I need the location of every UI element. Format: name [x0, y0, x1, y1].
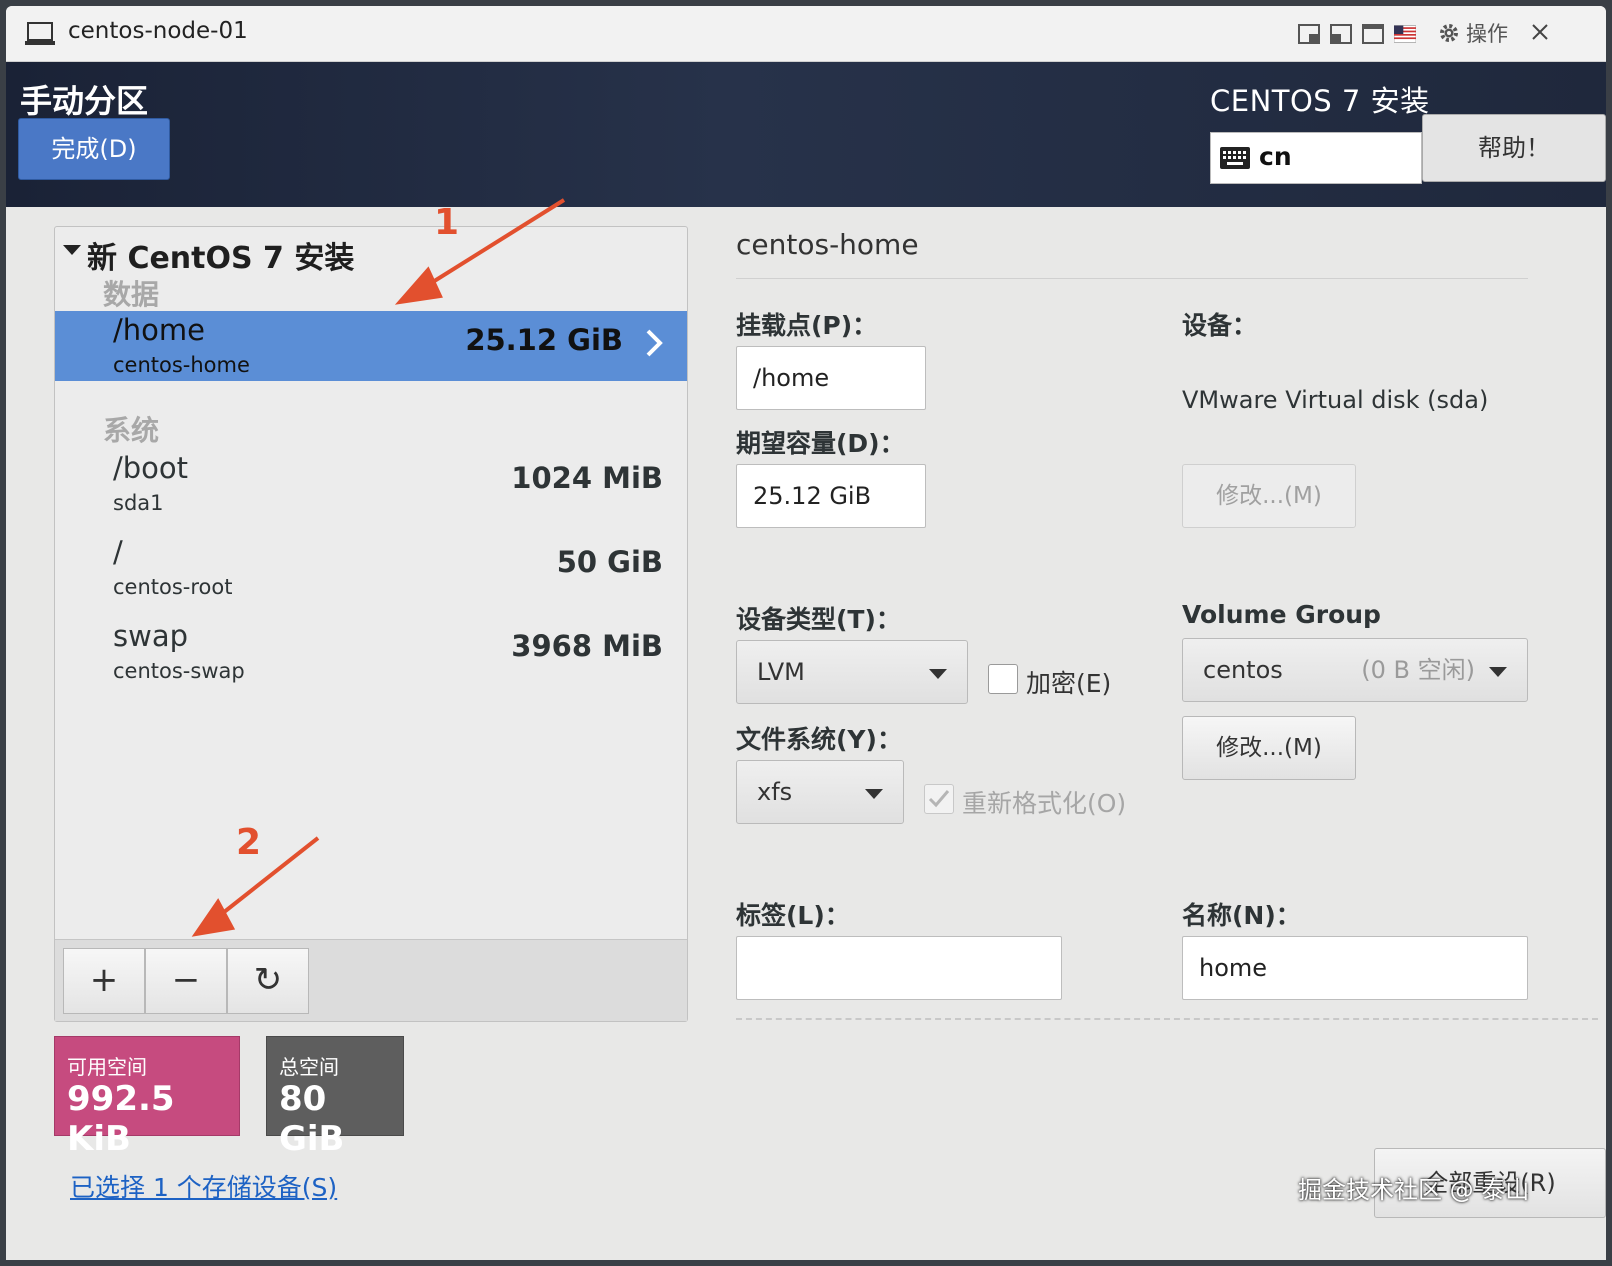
volume-group-value: centos	[1203, 656, 1283, 684]
partition-size: 50 GiB	[556, 545, 663, 579]
partition-device: centos-root	[113, 575, 233, 599]
available-space-label: 可用空间	[67, 1055, 147, 1079]
filesystem-select[interactable]: xfs	[736, 760, 904, 824]
detail-title: centos-home	[736, 228, 919, 261]
reformat-checkbox[interactable]	[924, 784, 954, 814]
section-label-data: 数据	[103, 278, 160, 311]
section-label-system: 系统	[103, 414, 160, 447]
partition-row-boot[interactable]: /boot sda1 1024 MiB	[55, 449, 687, 519]
available-space-box: 可用空间 992.5 KiB	[54, 1036, 240, 1159]
capacity-label: 期望容量(D)：	[736, 429, 905, 458]
close-icon[interactable]	[1526, 18, 1554, 46]
actions-menu[interactable]: 操作	[1438, 18, 1508, 48]
us-flag-icon[interactable]	[1394, 24, 1416, 44]
name-label: 名称(N)：	[1182, 901, 1301, 930]
refresh-button[interactable]: ↻	[227, 948, 309, 1014]
reformat-label: 重新格式化(O)	[962, 789, 1127, 818]
annotation-number-1: 1	[434, 202, 460, 243]
partition-device: centos-home	[113, 353, 250, 377]
partition-mount: /home	[113, 313, 205, 347]
volume-group-label: Volume Group	[1182, 600, 1381, 629]
filesystem-value: xfs	[757, 778, 793, 806]
filesystem-label: 文件系统(Y)：	[736, 725, 902, 754]
collapse-arrow-icon[interactable]	[63, 245, 81, 255]
total-space-value: 80 GiB	[279, 1079, 345, 1159]
view-fit-icon[interactable]	[1298, 24, 1320, 44]
window-title: centos-node-01	[68, 18, 248, 44]
window-titlebar: centos-node-01 操作	[6, 6, 1606, 62]
dropdown-arrow-icon	[865, 789, 883, 799]
mount-point-input[interactable]: /home	[736, 346, 926, 410]
actions-label: 操作	[1466, 22, 1508, 46]
selected-storage-link[interactable]: 已选择 1 个存储设备(S)	[70, 1168, 337, 1204]
done-button[interactable]: 完成(D)	[18, 118, 170, 180]
view-unity-icon[interactable]	[1330, 24, 1352, 44]
spoke-title: 手动分区	[20, 82, 149, 120]
installer-window: centos-node-01 操作 手动分区 完成(D) CENTOS 7 安装…	[6, 6, 1606, 1260]
device-type-label: 设备类型(T)：	[736, 605, 901, 634]
modify-volume-group-button[interactable]: 修改...(M)	[1182, 716, 1356, 780]
keyboard-icon	[1220, 147, 1250, 169]
device-value: VMware Virtual disk (sda)	[1182, 386, 1489, 414]
dropdown-arrow-icon	[929, 669, 947, 679]
partition-row-swap[interactable]: swap centos-swap 3968 MiB	[55, 617, 687, 687]
total-space-box: 总空间 80 GiB	[266, 1036, 404, 1159]
partition-size: 3968 MiB	[511, 629, 663, 663]
capacity-input[interactable]: 25.12 GiB	[736, 464, 926, 528]
help-button[interactable]: 帮助！	[1422, 114, 1606, 182]
partition-size: 1024 MiB	[511, 461, 663, 495]
device-type-select[interactable]: LVM	[736, 640, 968, 704]
tag-label: 标签(L)：	[736, 901, 850, 930]
encrypt-label: 加密(E)	[1026, 669, 1112, 698]
encrypt-checkbox[interactable]	[988, 664, 1018, 694]
dropdown-arrow-icon	[1489, 667, 1507, 677]
available-space-value: 992.5 KiB	[67, 1079, 175, 1159]
annotation-number-2: 2	[236, 822, 262, 863]
partition-mount: /	[113, 535, 123, 569]
mount-point-label: 挂载点(P)：	[736, 311, 878, 340]
partition-list-panel: 新 CentOS 7 安装 数据 /home centos-home 25.12…	[54, 226, 688, 1022]
keyboard-layout-indicator[interactable]: cn	[1210, 132, 1422, 184]
device-type-value: LVM	[757, 658, 805, 686]
partition-size: 25.12 GiB	[465, 323, 623, 357]
dashed-divider	[736, 1018, 1598, 1020]
laptop-icon	[25, 22, 55, 45]
product-title: CENTOS 7 安装	[1210, 84, 1430, 118]
volume-group-free: (0 B 空闲)	[1361, 656, 1475, 684]
modify-device-button[interactable]: 修改...(M)	[1182, 464, 1356, 528]
partition-toolbar: + − ↻	[55, 939, 687, 1021]
partition-row-home[interactable]: /home centos-home 25.12 GiB	[55, 311, 687, 381]
partition-row-root[interactable]: / centos-root 50 GiB	[55, 533, 687, 603]
add-partition-button[interactable]: +	[63, 948, 145, 1014]
detail-separator	[736, 278, 1528, 279]
total-space-label: 总空间	[279, 1055, 339, 1079]
tag-input[interactable]	[736, 936, 1062, 1000]
partition-device: centos-swap	[113, 659, 245, 683]
install-group-title[interactable]: 新 CentOS 7 安装	[87, 233, 354, 277]
partition-mount: swap	[113, 619, 189, 653]
checkmark-icon	[928, 790, 950, 808]
fullscreen-icon[interactable]	[1362, 24, 1384, 44]
installer-header: 手动分区 完成(D) CENTOS 7 安装 cn 帮助！	[6, 62, 1606, 207]
watermark: 掘金技术社区 @ 泰山	[1298, 1176, 1530, 1204]
chevron-right-icon	[646, 329, 663, 357]
gear-icon	[1440, 24, 1458, 42]
partition-device: sda1	[113, 491, 164, 515]
volume-group-select[interactable]: centos (0 B 空闲)	[1182, 638, 1528, 702]
keyboard-layout-label: cn	[1259, 142, 1292, 171]
device-label: 设备：	[1182, 311, 1258, 340]
remove-partition-button[interactable]: −	[145, 948, 227, 1014]
partition-mount: /boot	[113, 451, 189, 485]
name-input[interactable]: home	[1182, 936, 1528, 1000]
